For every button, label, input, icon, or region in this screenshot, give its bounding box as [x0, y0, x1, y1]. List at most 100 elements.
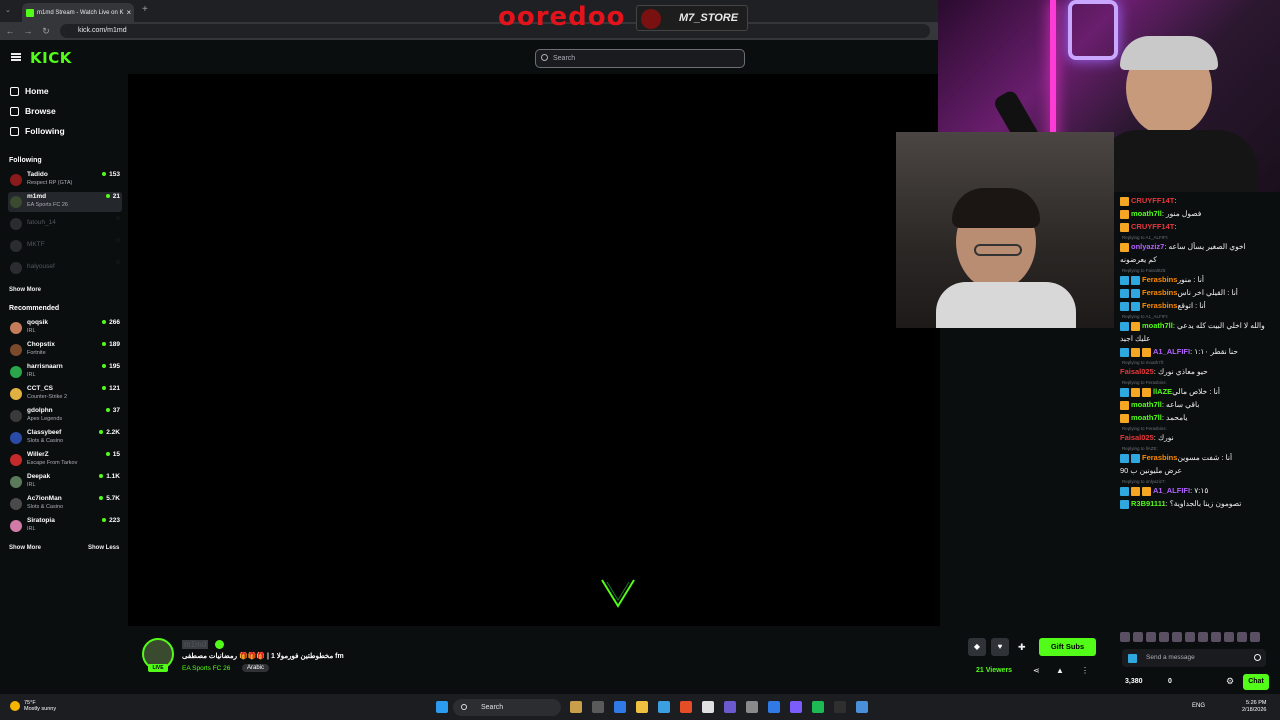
chat-message[interactable]: Ferasbinsأنا : منور	[1120, 275, 1268, 285]
sidebar-channel[interactable]: halyousef ◌	[8, 258, 122, 278]
sidebar-channel[interactable]: WillerZ Escape From Tarkov 15	[8, 450, 122, 470]
chat-username[interactable]: moath7ll	[1142, 321, 1173, 330]
chat-message-input[interactable]: Send a message	[1122, 649, 1266, 667]
report-icon[interactable]: ▲	[1056, 666, 1064, 675]
taskbar-app-icon[interactable]	[834, 701, 846, 713]
chat-username[interactable]: moath7ll	[1131, 413, 1162, 422]
show-more-recommended-button[interactable]: Show More	[9, 545, 41, 551]
chat-username[interactable]: R3B91111	[1131, 499, 1166, 508]
sidebar-nav-browse[interactable]: Browse	[10, 104, 56, 118]
chat-message[interactable]: Ferasbinsأنا : القيلي اخر ناس	[1120, 288, 1268, 298]
chat-message[interactable]: كم يعرضونه	[1120, 255, 1268, 265]
back-icon[interactable]: ←	[4, 25, 16, 37]
chat-message[interactable]: عرض مليونين ب 90	[1120, 466, 1268, 476]
chat-username[interactable]: onlyaziz7	[1131, 242, 1164, 251]
address-bar[interactable]: kick.com/m1md	[60, 24, 930, 38]
new-tab-button[interactable]: +	[142, 4, 148, 15]
taskbar-app-icon[interactable]	[570, 701, 582, 713]
forward-icon[interactable]: →	[22, 25, 34, 37]
stream-category-link[interactable]: EA Sports FC 26	[182, 665, 230, 672]
chat-username[interactable]: Ferasbins	[1142, 275, 1177, 284]
chat-message[interactable]: A1_ALFIFI: ٧:١٥	[1120, 486, 1268, 496]
taskbar-app-icon[interactable]	[790, 701, 802, 713]
close-tab-icon[interactable]: ×	[126, 8, 131, 17]
video-player[interactable]	[128, 74, 940, 626]
chat-message[interactable]: moath7ll: والله لا اخلي البيت كله يدعي	[1120, 321, 1268, 331]
notification-bell-icon[interactable]: ◆	[968, 638, 986, 656]
more-options-icon[interactable]: ⋮	[1081, 666, 1089, 675]
search-input[interactable]: Search	[535, 49, 745, 68]
chat-message[interactable]: moath7ll: فصول منور	[1120, 209, 1268, 219]
sidebar-channel[interactable]: CCT_CS Counter-Strike 2 121	[8, 384, 122, 404]
gift-icon[interactable]: ✚	[1018, 642, 1026, 653]
clock[interactable]: 5:26 PM 2/18/2026	[1242, 700, 1266, 714]
taskbar-app-icon[interactable]	[856, 701, 868, 713]
chat-message[interactable]: CRUYFF14T:	[1120, 222, 1268, 232]
sidebar-nav-following[interactable]: Following	[10, 124, 65, 138]
emote-strip[interactable]	[1120, 632, 1270, 644]
sidebar-channel[interactable]: Ac7ionMan Slots & Casino 5.7K	[8, 494, 122, 514]
chat-username[interactable]: Ferasbins	[1142, 453, 1177, 462]
sidebar-channel[interactable]: m1md EA Sports FC 26 21	[8, 192, 122, 212]
chat-username[interactable]: CRUYFF14T	[1131, 222, 1174, 231]
show-more-following-button[interactable]: Show More	[9, 287, 41, 293]
kick-logo[interactable]: KICK	[30, 49, 72, 67]
chat-username[interactable]: CRUYFF14T	[1131, 196, 1174, 205]
chat-message[interactable]: CRUYFF14T:	[1120, 196, 1268, 206]
sidebar-nav-home[interactable]: Home	[10, 84, 49, 98]
channel-points[interactable]: 3,380	[1125, 678, 1143, 685]
chat-message[interactable]: llAZEأنا : خلاص مالي	[1120, 387, 1268, 397]
chat-message[interactable]: R3B91111: تصومون زينا بالجداوية؟	[1120, 499, 1268, 509]
chat-message[interactable]: Ferasbinsأنا : اتوقع	[1120, 301, 1268, 311]
chat-username[interactable]: Faisal025	[1120, 367, 1154, 376]
language-indicator[interactable]: ENG	[1192, 703, 1205, 709]
sidebar-channel[interactable]: Deepak IRL 1.1K	[8, 472, 122, 492]
taskbar-app-icon[interactable]	[702, 701, 714, 713]
chat-username[interactable]: moath7ll	[1131, 400, 1162, 409]
sub-count[interactable]: 0	[1168, 678, 1172, 685]
weather-widget[interactable]: 75°F Mostly sunny	[24, 700, 56, 712]
chat-send-button[interactable]: Chat	[1243, 674, 1269, 690]
settings-gear-icon[interactable]: ⚙	[1226, 676, 1234, 687]
chat-username[interactable]: llAZE	[1153, 387, 1172, 396]
chat-message[interactable]: A1_ALFIFI: حنا نقطر ١:١٠	[1120, 347, 1268, 357]
chat-message[interactable]: Faisal025: نورك	[1120, 433, 1268, 443]
taskbar-app-icon[interactable]	[680, 701, 692, 713]
taskbar-app-icon[interactable]	[658, 701, 670, 713]
show-less-button[interactable]: Show Less	[88, 545, 119, 551]
taskbar-app-icon[interactable]	[812, 701, 824, 713]
language-tag[interactable]: Arabic	[242, 664, 270, 672]
chat-message[interactable]: عليك اجيد	[1120, 334, 1268, 344]
taskbar-search[interactable]: Search	[453, 699, 561, 716]
reload-icon[interactable]: ↻	[40, 25, 52, 37]
windows-start-icon[interactable]	[436, 701, 448, 713]
chat-username[interactable]: Ferasbins	[1142, 288, 1177, 297]
sidebar-channel[interactable]: harrisnaarn IRL 195	[8, 362, 122, 382]
chat-message[interactable]: Faisal025: حيو معاذي نورك	[1120, 367, 1268, 377]
sidebar-channel[interactable]: Classybeef Slots & Casino 2.2K	[8, 428, 122, 448]
taskbar-app-icon[interactable]	[768, 701, 780, 713]
taskbar-app-icon[interactable]	[592, 701, 604, 713]
follow-heart-icon[interactable]: ♥	[991, 638, 1009, 656]
taskbar-app-icon[interactable]	[614, 701, 626, 713]
browser-tab[interactable]: m1md Stream - Watch Live on K ×	[22, 3, 134, 22]
chat-username[interactable]: A1_ALFIFI	[1153, 347, 1190, 356]
chat-message[interactable]: onlyaziz7: اخوي الصغير يسأل ساعه	[1120, 242, 1268, 252]
streamer-name[interactable]: m1md	[182, 640, 209, 649]
chat-username[interactable]: A1_ALFIFI	[1153, 486, 1190, 495]
sidebar-channel[interactable]: fatouh_14 ◌	[8, 214, 122, 234]
gift-subs-button[interactable]: Gift Subs	[1039, 638, 1096, 656]
tab-list-icon[interactable]: ⌄	[5, 6, 11, 14]
menu-icon[interactable]	[11, 53, 21, 61]
chat-username[interactable]: moath7ll	[1131, 209, 1162, 218]
sidebar-channel[interactable]: Tadido Respect RP (GTA) 153	[8, 170, 122, 190]
sidebar-channel[interactable]: Siratopia IRL 223	[8, 516, 122, 536]
chat-message[interactable]: moath7ll: يامحمد	[1120, 413, 1268, 423]
chat-username[interactable]: Faisal025	[1120, 433, 1154, 442]
emoji-icon[interactable]	[1254, 654, 1261, 661]
chat-username[interactable]: Ferasbins	[1142, 301, 1177, 310]
share-icon[interactable]: ⋖	[1033, 666, 1040, 675]
sidebar-channel[interactable]: Chopstix Fortnite 189	[8, 340, 122, 360]
taskbar-app-icon[interactable]	[746, 701, 758, 713]
taskbar-app-icon[interactable]	[636, 701, 648, 713]
